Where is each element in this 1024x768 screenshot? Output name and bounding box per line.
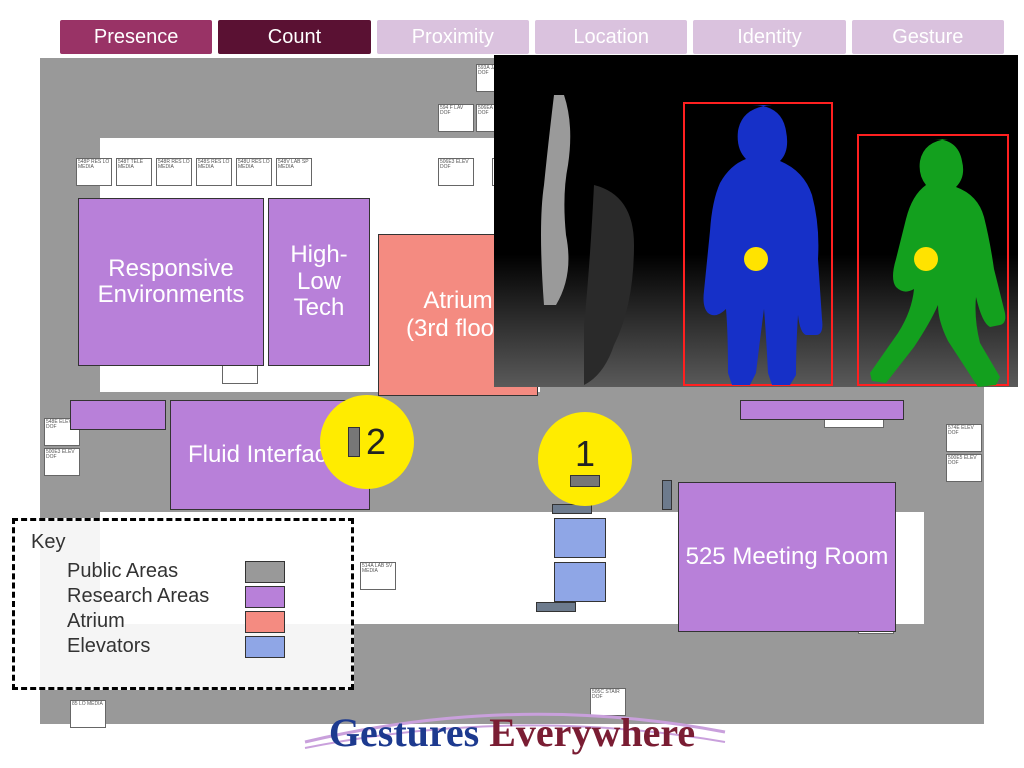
sensor-icon <box>348 427 360 457</box>
legend-label: Elevators <box>67 635 227 658</box>
legend-row: Atrium <box>67 610 335 633</box>
room-label: 594 F LAV DOF <box>438 104 474 132</box>
tab-gesture[interactable]: Gesture <box>852 20 1004 54</box>
count-bubble-right: 1 <box>538 412 632 506</box>
room-label: 506E3 ELEV DOF <box>438 158 474 186</box>
zone-elevator <box>554 518 606 558</box>
tab-bar: Presence Count Proximity Location Identi… <box>60 20 1004 54</box>
zone-high-low-tech: High- Low Tech <box>268 198 370 366</box>
room-label: 548V LAB SP MEDIA <box>276 158 312 186</box>
sensor-icon <box>570 475 600 487</box>
room-label: 548U RES LO MEDIA <box>236 158 272 186</box>
person-centroid-icon <box>914 247 938 271</box>
legend-row: Public Areas <box>67 560 335 583</box>
title-word-1: Gestures <box>329 710 479 755</box>
room-label: 548T TELE MEDIA <box>116 158 152 186</box>
title-word-2: Everywhere <box>489 710 695 755</box>
room-label: 574E ELEV DOF <box>946 424 982 452</box>
count-bubble-left: 2 <box>320 395 414 489</box>
sensor-mark <box>536 602 576 612</box>
count-value: 2 <box>366 421 386 463</box>
zone-label: Responsive Environments <box>79 256 263 309</box>
tab-count[interactable]: Count <box>218 20 370 54</box>
tab-presence[interactable]: Presence <box>60 20 212 54</box>
zone-elevator <box>554 562 606 602</box>
count-value: 1 <box>575 433 595 475</box>
zone-responsive-environments: Responsive Environments <box>78 198 264 366</box>
tab-location[interactable]: Location <box>535 20 687 54</box>
legend-swatch <box>245 586 285 608</box>
room-label: 500E5 ELEV DOF <box>946 454 982 482</box>
page-title: Gestures Everywhere <box>0 709 1024 756</box>
room-label: 548R RES LO MEDIA <box>156 158 192 186</box>
legend-panel: Key Public Areas Research Areas Atrium E… <box>12 518 354 690</box>
sensor-mark <box>662 480 672 510</box>
legend-title: Key <box>31 531 335 554</box>
room-label: 548S RES LO MEDIA <box>196 158 232 186</box>
depth-camera-view <box>494 55 1018 387</box>
tab-proximity[interactable]: Proximity <box>377 20 529 54</box>
room-label: 548P RES LO MEDIA <box>76 158 112 186</box>
legend-swatch <box>245 561 285 583</box>
tab-identity[interactable]: Identity <box>693 20 845 54</box>
room-label: 514A LAB SV MEDIA <box>360 562 396 590</box>
legend-row: Research Areas <box>67 585 335 608</box>
legend-label: Public Areas <box>67 560 227 583</box>
legend-label: Research Areas <box>67 585 227 608</box>
zone-strip <box>740 400 904 420</box>
legend-label: Atrium <box>67 610 227 633</box>
person-centroid-icon <box>744 247 768 271</box>
legend-swatch <box>245 636 285 658</box>
zone-label: 525 Meeting Room <box>686 544 889 570</box>
legend-row: Elevators <box>67 635 335 658</box>
room-label: 500E3 ELEV DOF <box>44 448 80 476</box>
zone-label: High- Low Tech <box>269 242 369 321</box>
legend-swatch <box>245 611 285 633</box>
zone-525-meeting-room: 525 Meeting Room <box>678 482 896 632</box>
zone-strip <box>70 400 166 430</box>
